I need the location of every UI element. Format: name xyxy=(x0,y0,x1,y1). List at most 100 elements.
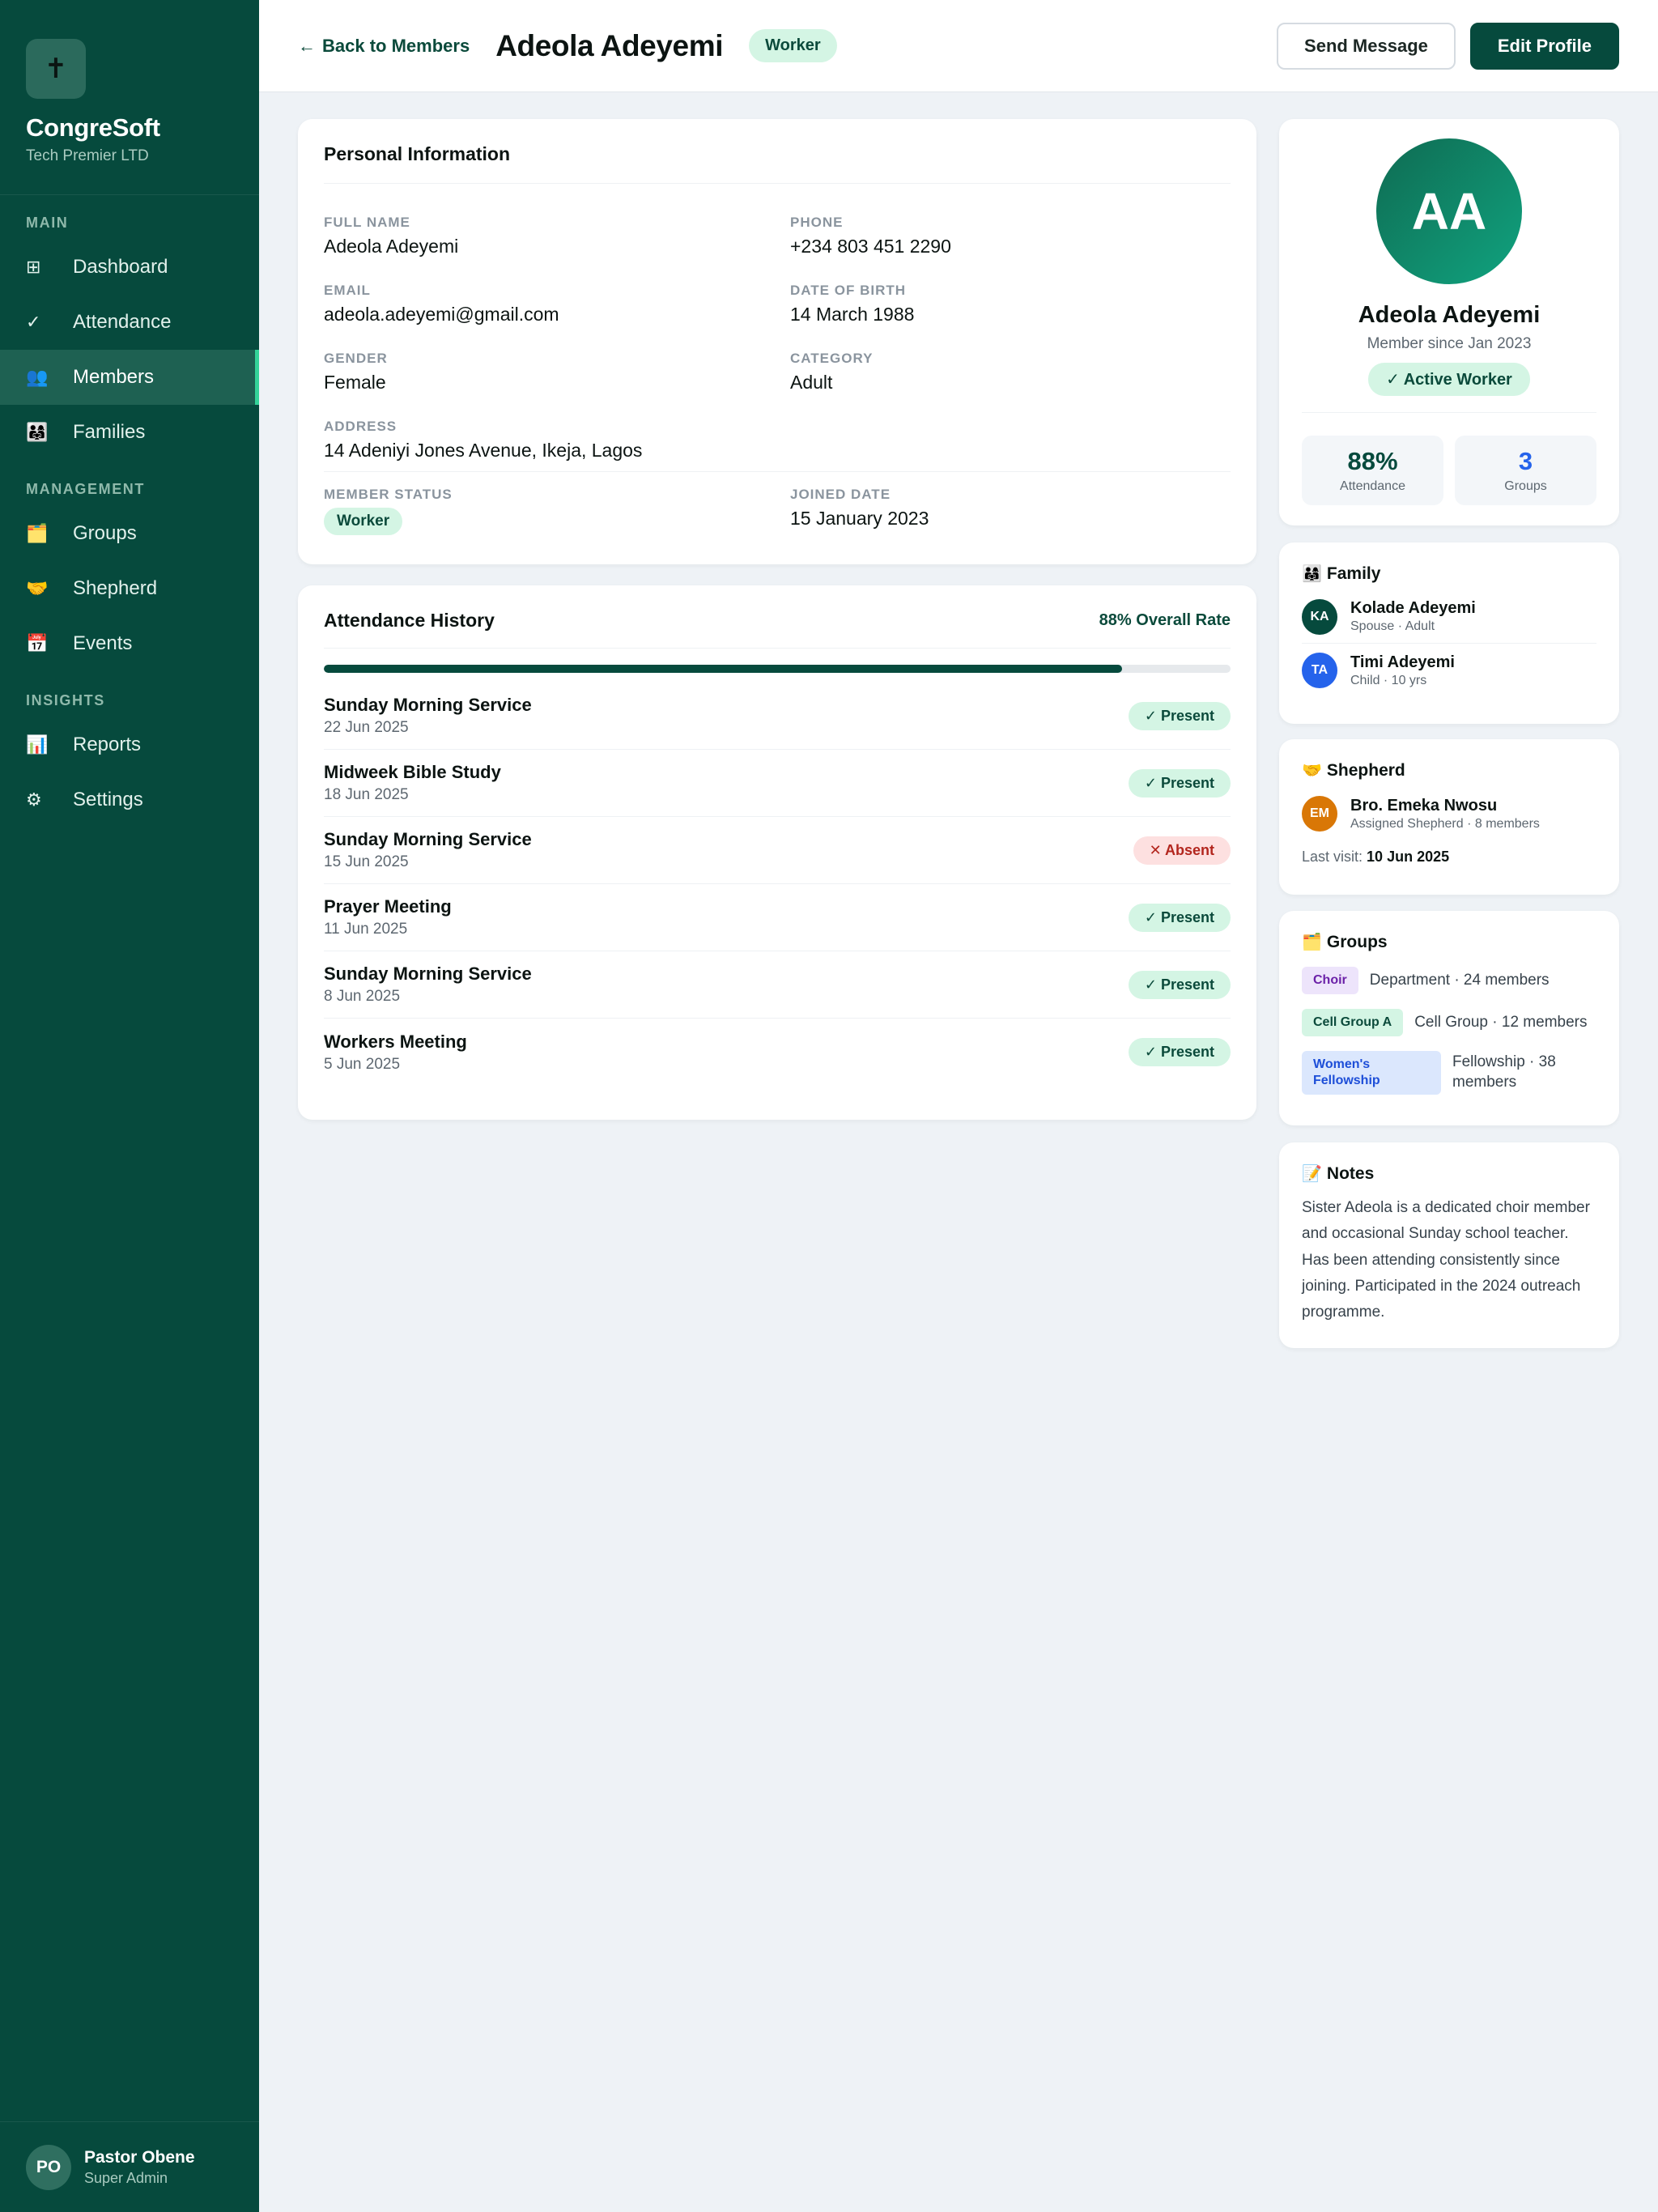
field-joined-date: JOINED DATE 15 January 2023 xyxy=(790,472,1231,540)
user-role: Super Admin xyxy=(84,2169,168,2186)
attendance-progress-fill xyxy=(324,665,1122,673)
stat-value: 3 xyxy=(1518,447,1533,475)
avatar: EM xyxy=(1302,796,1337,832)
group-tag: Women's Fellowship xyxy=(1302,1051,1441,1095)
personal-information-card: Personal Information FULL NAME Adeola Ad… xyxy=(298,119,1256,564)
group-tag: Cell Group A xyxy=(1302,1009,1404,1036)
status-badge: ✕ Absent xyxy=(1133,836,1231,865)
page-header: ← Back to Members Adeola Adeyemi Worker … xyxy=(259,0,1658,92)
person-name: Timi Adeyemi xyxy=(1350,653,1455,671)
card-title: Notes xyxy=(1326,1163,1375,1183)
sidebar: ✝ CongreSoft Tech Premier LTD MAIN ⊞ Das… xyxy=(0,0,259,2212)
card-title: Attendance History xyxy=(324,610,495,631)
sidebar-item-label: Reports xyxy=(73,734,142,755)
sidebar-item-families[interactable]: 👨‍👩‍👧 Families xyxy=(0,405,259,460)
field-phone: PHONE +234 803 451 2290 xyxy=(790,200,1231,268)
status-badge: ✓ Present xyxy=(1128,903,1231,932)
list-item[interactable]: Workers Meeting 5 Jun 2025 ✓ Present xyxy=(324,1019,1231,1086)
family-card: 👨‍👩‍👧 Family KA Kolade Adeyemi Spouse · … xyxy=(1279,542,1619,724)
status-badge: ✓ Present xyxy=(1128,1038,1231,1066)
stat-value: 88% xyxy=(1347,447,1398,475)
event-name: Sunday Morning Service xyxy=(324,695,532,715)
shepherd-card: 🤝 Shepherd EM Bro. Emeka Nwosu Assigned … xyxy=(1279,739,1619,895)
card-title: Groups xyxy=(1326,932,1388,951)
field-date-of-birth: DATE OF BIRTH 14 March 1988 xyxy=(790,268,1231,336)
nav-section-management: MANAGEMENT xyxy=(26,481,145,497)
group-item[interactable]: Women's Fellowship Fellowship · 38 membe… xyxy=(1302,1051,1596,1095)
group-item[interactable]: Choir Department · 24 members xyxy=(1302,967,1596,994)
family-icon: 👨‍👩‍👧 xyxy=(1302,565,1322,583)
sidebar-item-attendance[interactable]: ✓ Attendance xyxy=(0,295,259,350)
sidebar-item-members[interactable]: 👥 Members xyxy=(0,350,259,405)
event-date: 18 Jun 2025 xyxy=(324,786,409,803)
family-member[interactable]: KA Kolade Adeyemi Spouse · Adult xyxy=(1302,590,1596,644)
user-name: Pastor Obene xyxy=(84,2147,195,2167)
bar-chart-icon: 📊 xyxy=(26,734,49,755)
status-badge: ✓ Active Worker xyxy=(1368,363,1530,396)
field-address: ADDRESS 14 Adeniyi Jones Avenue, Ikeja, … xyxy=(324,404,1231,472)
field-label: GENDER xyxy=(324,351,388,366)
profile-summary-card: AA Adeola Adeyemi Member since Jan 2023 … xyxy=(1279,119,1619,525)
sidebar-item-events[interactable]: 📅 Events xyxy=(0,616,259,671)
last-visit-date: 10 Jun 2025 xyxy=(1367,849,1450,865)
list-item[interactable]: Sunday Morning Service 15 Jun 2025 ✕ Abs… xyxy=(324,817,1231,884)
event-date: 11 Jun 2025 xyxy=(324,921,408,938)
sidebar-item-shepherd[interactable]: 🤝 Shepherd xyxy=(0,561,259,616)
last-visit-label: Last visit: xyxy=(1302,849,1363,865)
list-item[interactable]: Sunday Morning Service 22 Jun 2025 ✓ Pre… xyxy=(324,683,1231,750)
field-value: 14 Adeniyi Jones Avenue, Ikeja, Lagos xyxy=(324,440,643,461)
sidebar-item-label: Dashboard xyxy=(73,256,168,278)
group-tag: Choir xyxy=(1302,967,1358,994)
member-since: Member since Jan 2023 xyxy=(1367,335,1532,352)
avatar: KA xyxy=(1302,598,1337,635)
sidebar-item-dashboard[interactable]: ⊞ Dashboard xyxy=(0,240,259,295)
person-meta: Assigned Shepherd · 8 members xyxy=(1350,816,1540,831)
sidebar-item-reports[interactable]: 📊 Reports xyxy=(0,717,259,772)
nav-section-main: MAIN xyxy=(26,215,69,231)
field-label: FULL NAME xyxy=(324,215,410,230)
handshake-icon: 🤝 xyxy=(26,578,49,598)
back-to-members-link[interactable]: ← Back to Members xyxy=(298,36,470,57)
list-item[interactable]: Sunday Morning Service 8 Jun 2025 ✓ Pres… xyxy=(324,951,1231,1019)
grid-icon: ⊞ xyxy=(26,257,41,277)
family-member[interactable]: TA Timi Adeyemi Child · 10 yrs xyxy=(1302,644,1596,697)
cross-icon: ✝ xyxy=(26,39,86,99)
list-item[interactable]: Midweek Bible Study 18 Jun 2025 ✓ Presen… xyxy=(324,750,1231,817)
shepherd-person[interactable]: EM Bro. Emeka Nwosu Assigned Shepherd · … xyxy=(1302,787,1596,840)
field-value: Adeola Adeyemi xyxy=(324,236,459,257)
avatar: PO xyxy=(26,2144,71,2190)
calendar-icon: 📅 xyxy=(26,633,49,653)
sidebar-item-label: Events xyxy=(73,632,133,654)
card-title: Shepherd xyxy=(1326,760,1405,780)
avatar: TA xyxy=(1302,653,1337,688)
group-item[interactable]: Cell Group A Cell Group · 12 members xyxy=(1302,1009,1596,1036)
sidebar-item-label: Settings xyxy=(73,789,143,810)
person-meta: Spouse · Adult xyxy=(1350,619,1435,633)
event-name: Prayer Meeting xyxy=(324,896,452,917)
sidebar-item-groups[interactable]: 🗂️ Groups xyxy=(0,506,259,561)
list-item[interactable]: Prayer Meeting 11 Jun 2025 ✓ Present xyxy=(324,884,1231,951)
last-visit: Last visit: 10 Jun 2025 xyxy=(1302,849,1596,866)
folder-icon: 🗂️ xyxy=(1302,934,1322,951)
brand: ✝ CongreSoft Tech Premier LTD xyxy=(0,0,259,195)
sidebar-item-settings[interactable]: ⚙ Settings xyxy=(0,772,259,827)
attendance-progress-bar xyxy=(324,665,1231,673)
gear-icon: ⚙ xyxy=(26,789,42,810)
page-title: Adeola Adeyemi xyxy=(495,28,724,62)
event-name: Sunday Morning Service xyxy=(324,963,532,984)
edit-profile-button[interactable]: Edit Profile xyxy=(1469,22,1619,70)
role-badge: Worker xyxy=(749,29,837,62)
field-value: 15 January 2023 xyxy=(790,508,929,529)
profile-stats: 88% Attendance 3 Groups xyxy=(1302,436,1596,505)
brand-subtitle: Tech Premier LTD xyxy=(26,147,149,164)
event-date: 22 Jun 2025 xyxy=(324,719,409,736)
send-message-button[interactable]: Send Message xyxy=(1277,22,1456,70)
event-date: 15 Jun 2025 xyxy=(324,853,409,870)
sidebar-item-label: Families xyxy=(73,421,146,443)
notes-text: Sister Adeola is a dedicated choir membe… xyxy=(1302,1199,1590,1321)
groups-card: 🗂️ Groups Choir Department · 24 members … xyxy=(1279,911,1619,1125)
field-label: DATE OF BIRTH xyxy=(790,283,907,298)
stat-label: Groups xyxy=(1504,479,1547,493)
user-profile-footer[interactable]: PO Pastor Obene Super Admin xyxy=(0,2121,259,2212)
back-link-label: Back to Members xyxy=(322,35,470,56)
